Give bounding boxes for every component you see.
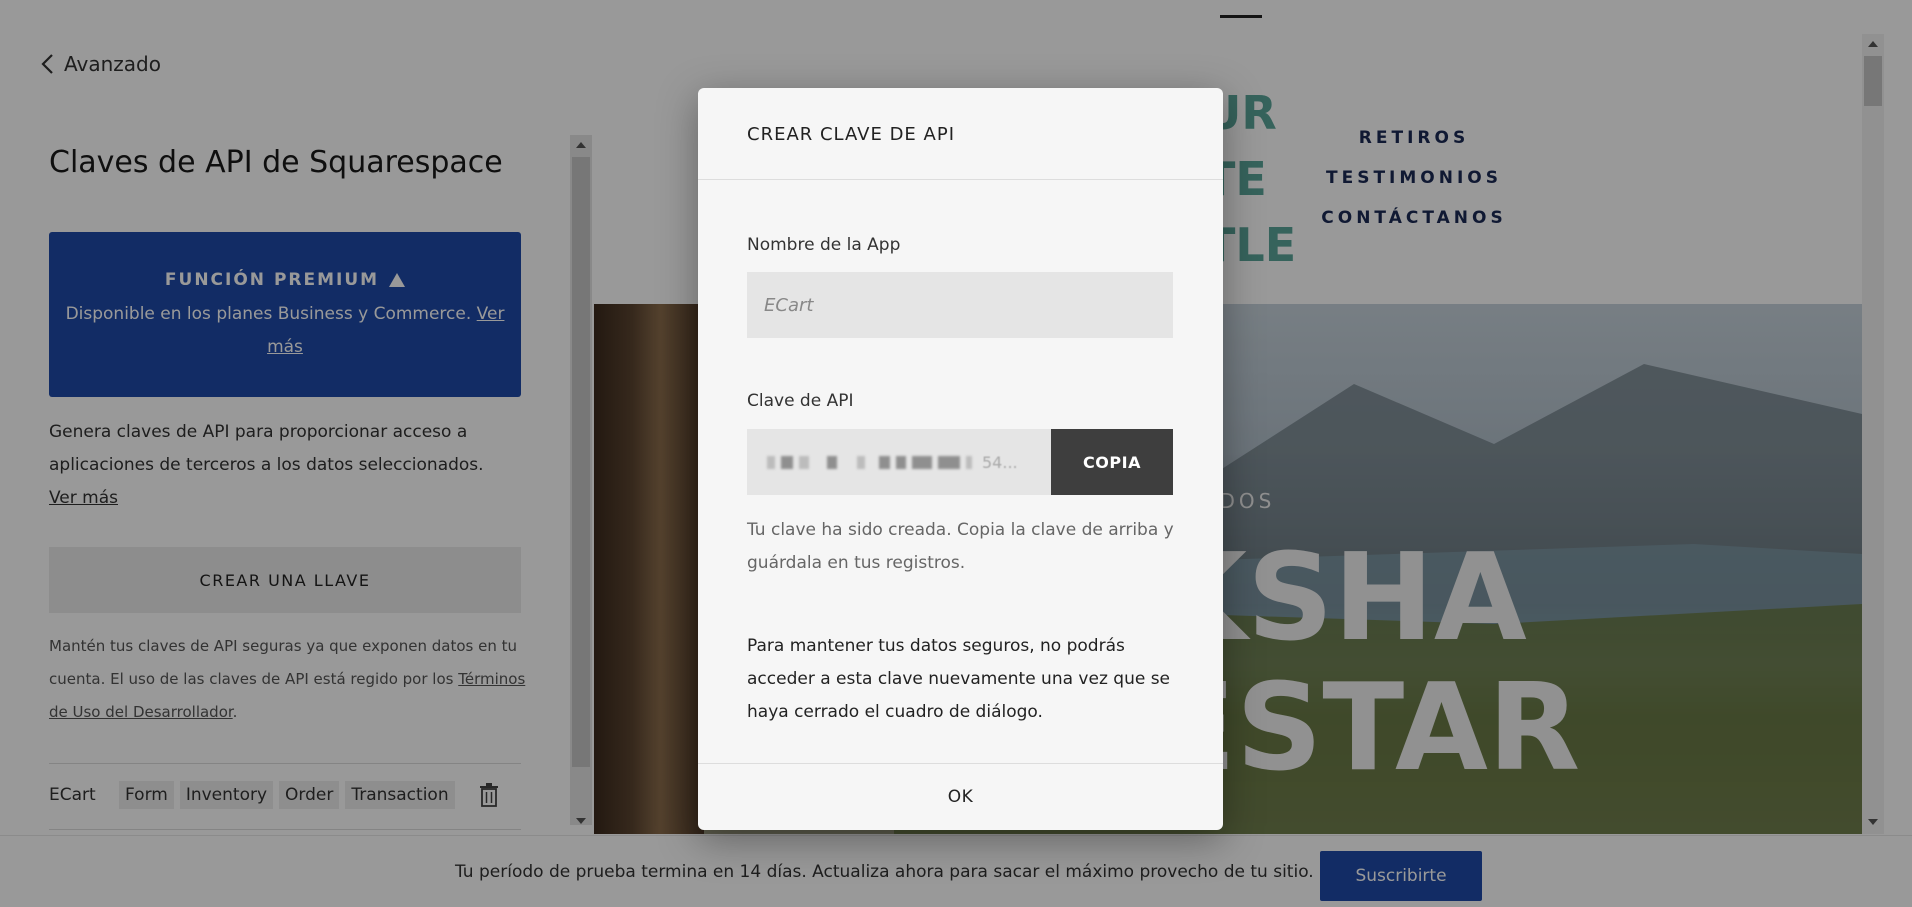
- masked-key-part: [912, 455, 932, 469]
- api-key-field[interactable]: 54...: [747, 429, 1051, 495]
- masked-key-part: [767, 455, 775, 469]
- key-created-text: Tu clave ha sido creada. Copia la clave …: [747, 520, 1174, 573]
- copy-button[interactable]: COPIA: [1051, 429, 1173, 495]
- app-name-input[interactable]: [747, 272, 1173, 338]
- masked-key-part: [938, 455, 960, 469]
- masked-key-tail: 54...: [982, 452, 1018, 472]
- masked-key-part: [879, 455, 890, 469]
- create-api-key-dialog: CREAR CLAVE DE API Nombre de la App Clav…: [698, 88, 1223, 830]
- api-key-label: Clave de API: [747, 391, 854, 411]
- masked-key-part: [781, 455, 793, 469]
- security-warning: Para mantener tus datos seguros, no podr…: [747, 636, 1171, 722]
- ok-button[interactable]: OK: [948, 787, 974, 807]
- dialog-footer: OK: [698, 763, 1223, 830]
- app-name-label: Nombre de la App: [747, 235, 901, 255]
- masked-key-part: [827, 455, 837, 469]
- masked-key-part: [857, 455, 865, 469]
- dialog-title: CREAR CLAVE DE API: [698, 88, 1223, 180]
- masked-key-part: [799, 455, 809, 469]
- masked-key-part: [966, 455, 972, 469]
- masked-key-part: [896, 455, 906, 469]
